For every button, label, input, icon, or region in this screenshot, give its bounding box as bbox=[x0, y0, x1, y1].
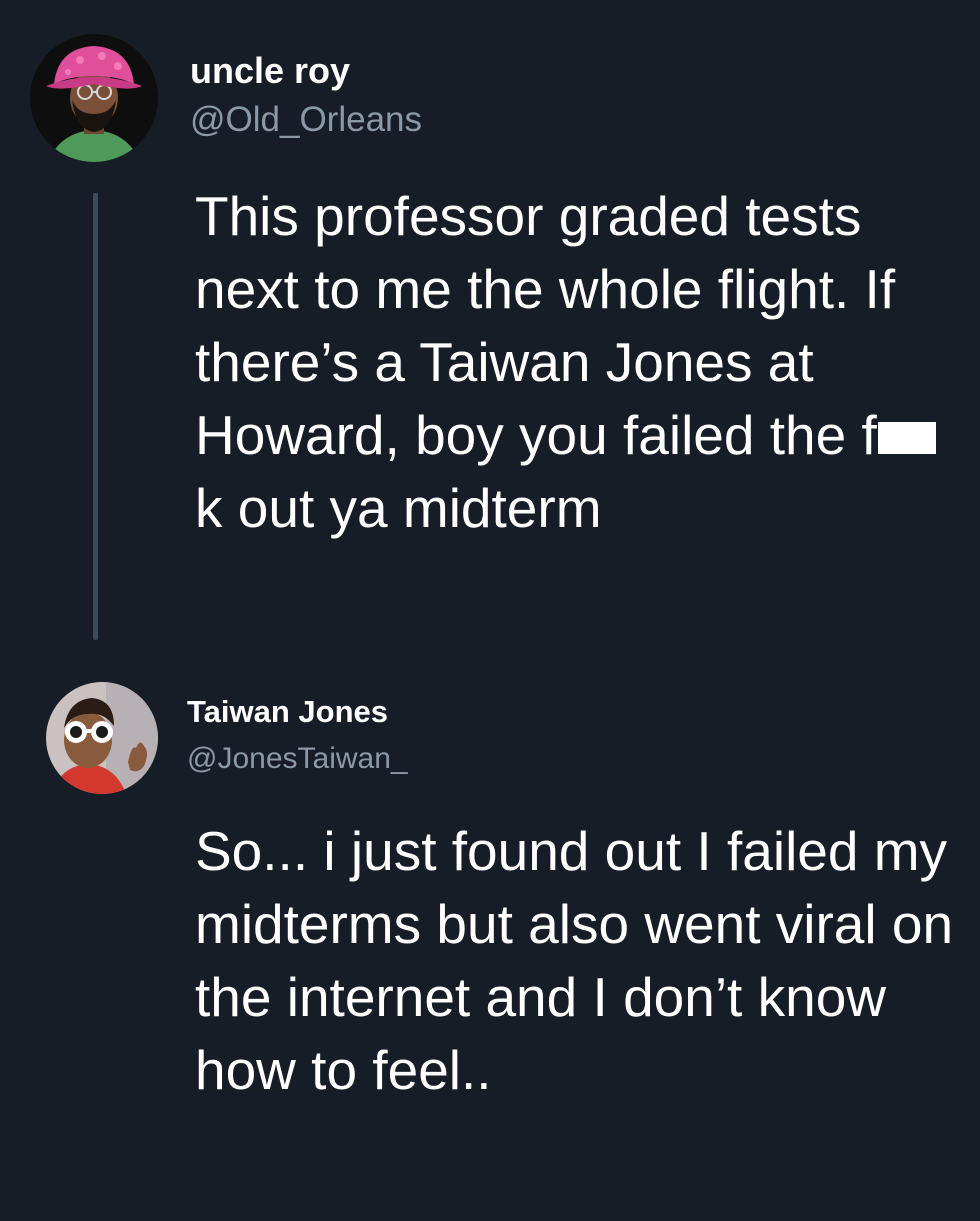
display-name[interactable]: uncle roy bbox=[190, 50, 350, 92]
user-handle[interactable]: @JonesTaiwan_ bbox=[187, 742, 408, 776]
tweet-text: This professor graded tests next to me t… bbox=[195, 180, 955, 545]
tweet-text-after-censor: k out ya midterm bbox=[195, 477, 602, 539]
display-name[interactable]: Taiwan Jones bbox=[187, 694, 388, 730]
avatar-man-pink-hat-icon bbox=[30, 34, 158, 162]
censor-box-icon bbox=[877, 422, 936, 454]
tweet-text-before-censor: This professor graded tests next to me t… bbox=[195, 185, 896, 466]
tweet-text: So... i just found out I failed my midte… bbox=[195, 820, 954, 1101]
avatar-uncle-roy[interactable] bbox=[30, 34, 158, 162]
user-handle[interactable]: @Old_Orleans bbox=[190, 100, 422, 140]
avatar-taiwan-jones[interactable] bbox=[46, 682, 158, 794]
thread-connector-line bbox=[93, 193, 98, 640]
avatar-person-white-sunglasses-icon bbox=[46, 682, 158, 794]
